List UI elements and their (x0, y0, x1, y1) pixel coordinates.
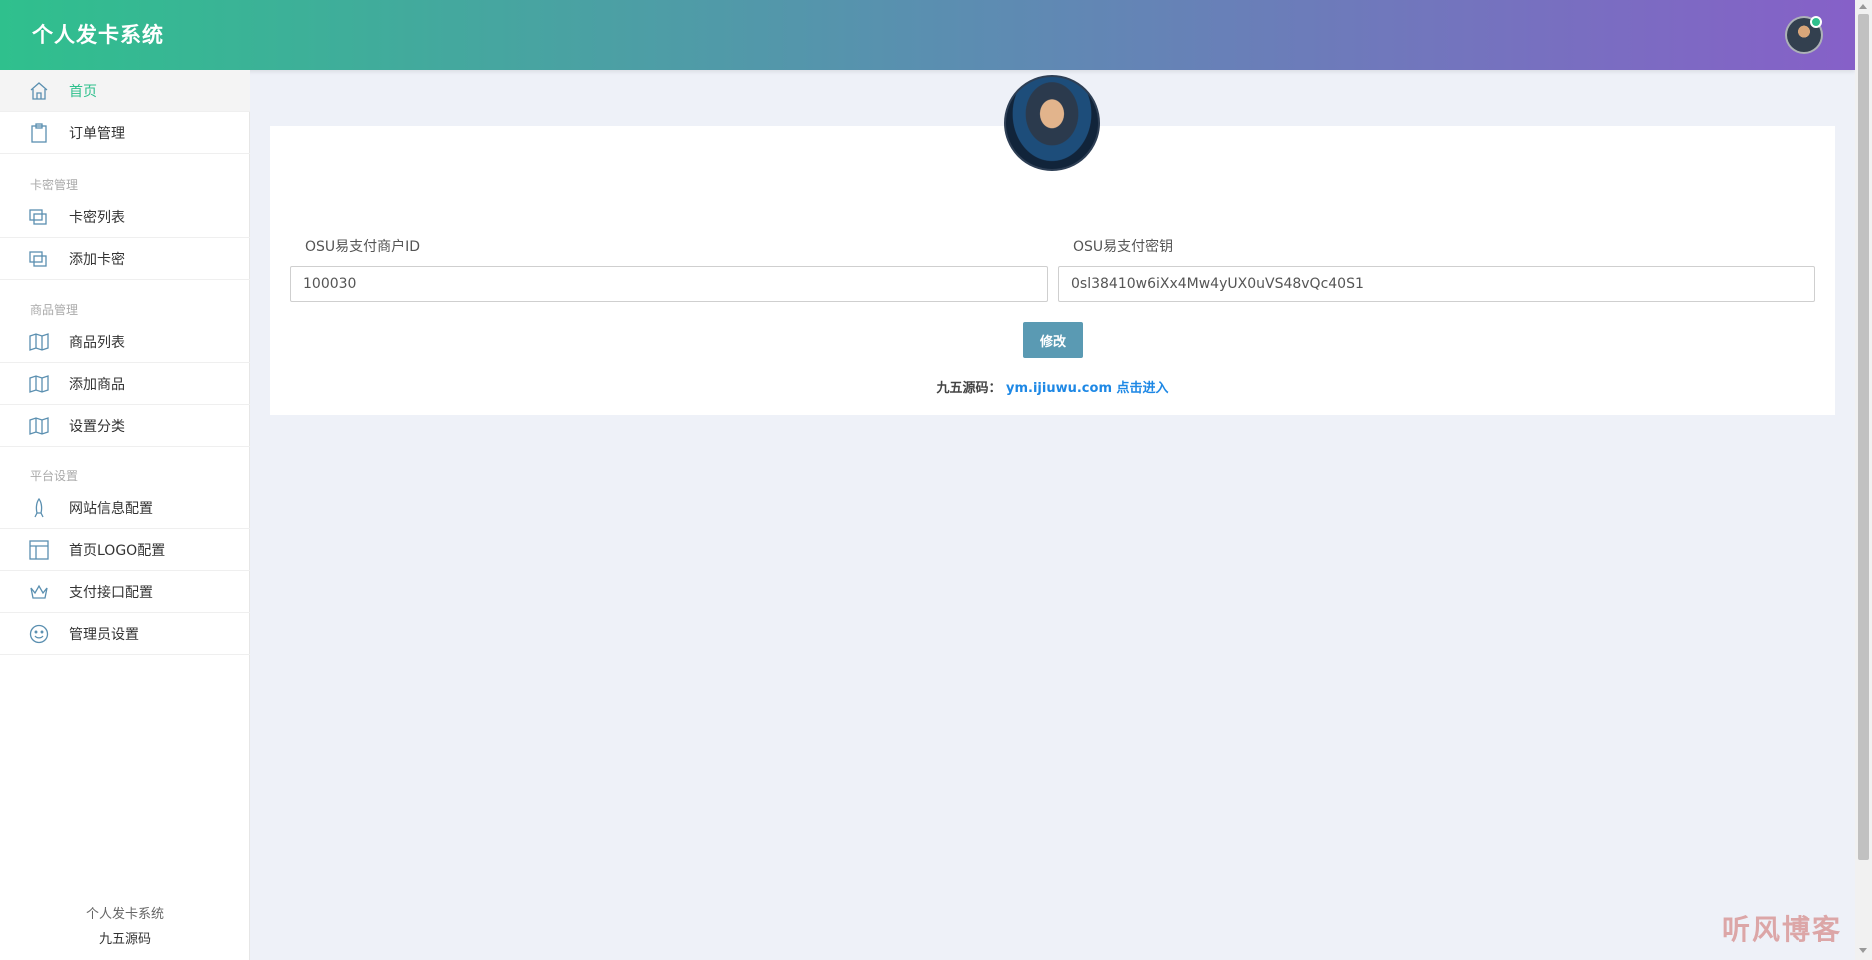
merchant-id-label: OSU易支付商户ID (305, 239, 421, 255)
sidebar-item-label: 管理员设置 (69, 626, 139, 643)
sidebar-item-payment[interactable]: 支付接口配置 (0, 571, 250, 613)
sidebar-item-add-product[interactable]: 添加商品 (0, 363, 250, 405)
sidebar-item-home[interactable]: 首页 (0, 70, 250, 112)
sidebar-item-categories[interactable]: 设置分类 (0, 405, 250, 447)
sidebar-item-card-list[interactable]: 卡密列表 (0, 196, 250, 238)
home-icon (30, 81, 48, 100)
scroll-up-arrow-icon[interactable] (1859, 4, 1867, 9)
section-title-platform: 平台设置 (30, 469, 79, 483)
source-link-line: 九五源码： ym.ijiuwu.com 点击进入 (270, 377, 1835, 396)
admin-avatar (1004, 75, 1100, 171)
secret-key-label: OSU易支付密钥 (1073, 239, 1174, 255)
sidebar-item-label: 首页LOGO配置 (69, 542, 166, 559)
map-icon (29, 416, 49, 435)
sidebar-item-label: 添加卡密 (69, 251, 125, 268)
sidebar-item-label: 设置分类 (69, 418, 125, 435)
map-icon (29, 374, 49, 393)
sidebar-item-add-card[interactable]: 添加卡密 (0, 238, 250, 280)
rocket-icon (34, 497, 44, 517)
sidebar-item-label: 支付接口配置 (69, 584, 153, 601)
sidebar-item-logo[interactable]: 首页LOGO配置 (0, 529, 250, 571)
smile-icon (29, 624, 49, 643)
sidebar-item-site-info[interactable]: 网站信息配置 (0, 487, 250, 529)
sidebar-item-label: 商品列表 (69, 334, 125, 351)
scroll-thumb[interactable] (1858, 14, 1869, 860)
submit-button[interactable]: 修改 (1023, 322, 1083, 358)
section-title-products: 商品管理 (30, 303, 79, 317)
sidebar: 首页 订单管理 卡密管理 卡密列表 添加卡密 商品管理 商品列表 添加商品 设置… (0, 70, 250, 960)
sidebar-item-label: 添加商品 (69, 376, 125, 393)
sidebar-footer-subtitle: 九五源码 (98, 932, 151, 947)
sidebar-item-label: 订单管理 (69, 125, 125, 142)
page-scrollbar[interactable] (1855, 0, 1872, 960)
sidebar-item-label: 卡密列表 (69, 209, 125, 226)
sidebar-item-product-list[interactable]: 商品列表 (0, 321, 250, 363)
clipboard-icon (31, 122, 47, 143)
cards-icon (29, 208, 47, 225)
sidebar-item-label: 首页 (69, 83, 97, 100)
scroll-down-arrow-icon[interactable] (1859, 948, 1867, 953)
sidebar-item-orders[interactable]: 订单管理 (0, 112, 250, 154)
secret-key-input[interactable] (1058, 266, 1815, 302)
layout-icon (29, 539, 49, 560)
sidebar-footer-title: 个人发卡系统 (85, 907, 164, 922)
crown-icon (30, 584, 48, 599)
map-icon (29, 332, 49, 351)
source-link[interactable]: ym.ijiuwu.com 点击进入 (1006, 381, 1169, 396)
online-status-badge (1810, 16, 1822, 28)
brand-title: 个人发卡系统 (32, 23, 164, 47)
section-title-cards: 卡密管理 (30, 178, 79, 192)
watermark-text: 听风博客 (1722, 913, 1843, 946)
source-link-label: 九五源码： (936, 381, 1002, 396)
cards-icon (29, 250, 47, 267)
merchant-id-input[interactable] (290, 266, 1048, 302)
sidebar-item-label: 网站信息配置 (69, 500, 153, 517)
sidebar-item-admin[interactable]: 管理员设置 (0, 613, 250, 655)
top-header: 个人发卡系统 (0, 0, 1855, 70)
